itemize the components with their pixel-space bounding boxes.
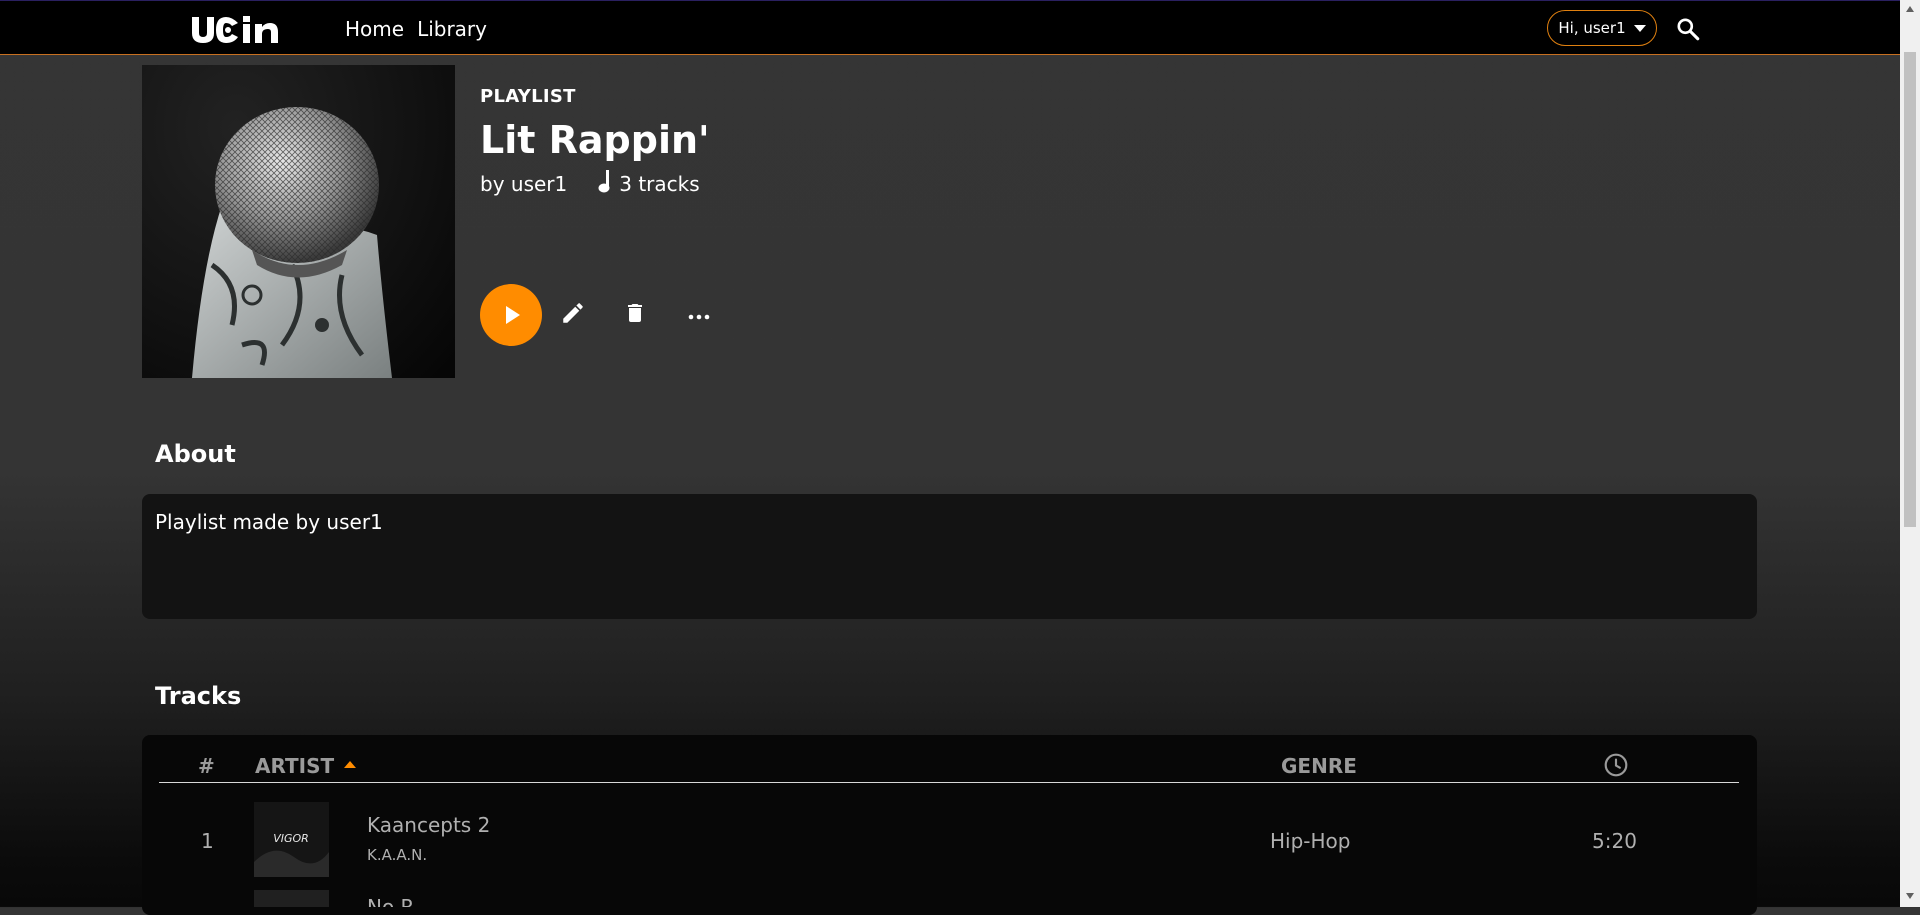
delete-button[interactable] [620,300,650,330]
play-icon [506,306,520,324]
scrollbar-thumb[interactable] [1904,52,1916,527]
chevron-down-icon [1633,24,1646,32]
top-navigation-bar: Home Library Hi, user1 [0,0,1900,55]
thumbnail-text: VIGOR [273,832,309,845]
main-nav: Home Library [345,17,487,41]
playlist-meta: by user1 3 tracks [480,168,700,199]
user-greeting: Hi, user1 [1558,19,1626,37]
track-title[interactable]: No R [367,897,414,907]
track-duration: 5:20 [1592,829,1637,853]
search-icon[interactable] [1675,16,1701,42]
about-text: Playlist made by user1 [155,510,383,534]
more-options-button[interactable] [684,300,714,330]
playlist-kind-label: PLAYLIST [480,86,576,107]
pencil-icon [560,300,586,330]
playlist-cover-image [142,65,455,378]
scroll-down-arrow-icon[interactable] [1906,893,1914,899]
column-header-duration[interactable] [1603,752,1629,783]
logo[interactable] [188,11,308,49]
tracks-heading: Tracks [155,682,242,710]
scrollbar-track[interactable] [1900,0,1920,907]
table-header-divider [159,782,1739,783]
column-header-genre[interactable]: GENRE [1281,754,1357,778]
play-button[interactable] [480,284,542,346]
playlist-track-count: 3 tracks [597,168,700,199]
scroll-up-arrow-icon[interactable] [1906,6,1914,12]
column-header-index: # [198,754,215,778]
more-horizontal-icon [687,306,711,325]
track-title[interactable]: Kaancepts 2 [367,813,490,837]
edit-button[interactable] [558,300,588,330]
about-heading: About [155,440,236,468]
column-header-artist[interactable]: ARTIST [255,754,357,778]
playlist-title: Lit Rappin' [480,118,710,162]
nav-home-link[interactable]: Home [345,17,404,41]
track-count-text: 3 tracks [619,171,700,196]
nav-library-link[interactable]: Library [417,17,487,41]
track-genre: Hip-Hop [1270,829,1351,853]
user-menu-button[interactable]: Hi, user1 [1547,10,1657,46]
sort-ascending-icon [344,761,357,768]
music-note-icon [597,168,613,199]
track-artist[interactable]: K.A.A.N. [367,846,427,864]
clock-icon [1603,753,1629,783]
track-index: 1 [201,829,214,853]
about-panel: Playlist made by user1 [142,494,1757,619]
trash-icon [623,300,647,330]
column-header-artist-label: ARTIST [255,754,335,778]
track-thumbnail[interactable]: VIGOR [254,802,329,877]
track-thumbnail[interactable] [254,890,329,907]
playlist-owner[interactable]: by user1 [480,172,567,196]
